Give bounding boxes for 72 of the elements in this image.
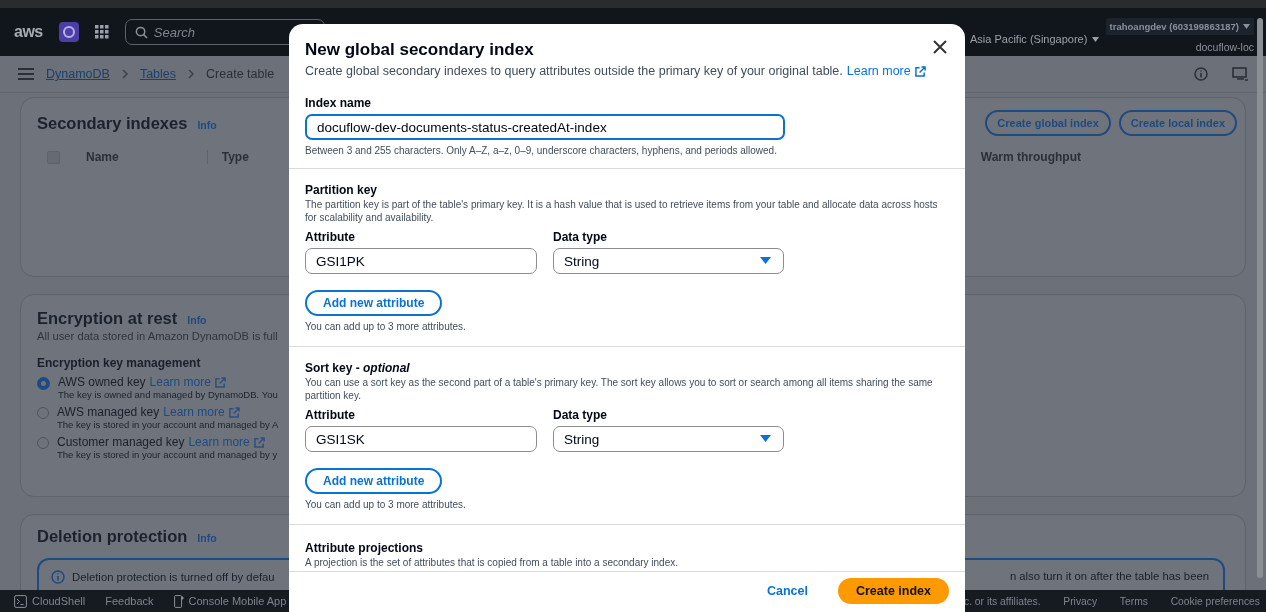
column-header: Type [206, 150, 249, 164]
section-title: Encryption at rest [37, 309, 178, 328]
external-link-icon [228, 406, 240, 418]
column-header: Warm throughput [980, 150, 1081, 164]
alert-text: n also turn it on after the table has been [1009, 570, 1209, 582]
section-title: Attribute projections [305, 541, 423, 555]
section-title: Deletion protection [37, 527, 188, 546]
cancel-button[interactable]: Cancel [760, 583, 814, 599]
breadcrumb: Create table [206, 67, 275, 81]
radio-button[interactable] [37, 377, 50, 390]
footer-link[interactable]: Cookie preferences [1170, 595, 1260, 607]
column-header: Name [86, 150, 119, 164]
field-hint: You can add up to 3 more attributes. [305, 321, 466, 332]
create-index-button[interactable]: Create index [837, 578, 949, 604]
data-type-dropdown[interactable]: String [553, 248, 784, 274]
field-label: Attribute [305, 230, 356, 244]
menu-icon[interactable] [18, 68, 34, 80]
footer-link[interactable]: Terms [1119, 595, 1148, 607]
option-label: AWS owned key [58, 375, 146, 389]
apps-grid-icon[interactable] [94, 25, 109, 39]
dialog-subtitle: Create global secondary indexes to query attributes outside the primary key of your original table. [305, 64, 843, 78]
account-menu[interactable]: trahoangdev (603199863187) [1105, 18, 1254, 35]
add-attribute-button[interactable]: Add new attribute [305, 468, 443, 494]
section-title: Secondary indexes [37, 113, 188, 133]
screen-icon[interactable] [1232, 67, 1248, 81]
learn-more-link[interactable]: Learn more [846, 64, 911, 78]
option-label: Customer managed key [57, 435, 185, 449]
index-name-field[interactable]: docuflow-dev-documents-status-createdAt-index [305, 114, 785, 140]
attribute-field[interactable]: GSI1PK [305, 248, 537, 274]
chevron-right-icon [121, 69, 128, 79]
section-description: You can use a sort key as the second part of a table's primary key. The sort key allows you to sort or search among all items sharing the same partition key. [305, 376, 934, 402]
field-label: Data type [553, 230, 609, 244]
external-link-icon [253, 436, 265, 448]
field-label: Index name [305, 96, 372, 110]
field-label: Encryption key management [37, 356, 201, 370]
section-description: A projection is the set of attributes that is copied from a table into a secondary index. [305, 556, 678, 569]
dropdown-caret-icon [760, 257, 771, 265]
info-icon [51, 570, 65, 584]
attribute-field[interactable]: GSI1SK [305, 426, 537, 452]
account-alias: docuflow-loc [1195, 41, 1254, 53]
option-hint: The key is owned and managed by DynamoDB. You [58, 389, 278, 400]
external-link-icon [914, 65, 926, 77]
scrollbar[interactable] [1257, 18, 1263, 578]
section-title: Partition key [305, 183, 378, 197]
alert-text: Deletion protection is turned off by defau [72, 571, 275, 583]
terminal-icon [14, 594, 27, 608]
cloudshell-link[interactable]: CloudShell [14, 594, 86, 608]
chevron-right-icon [188, 69, 195, 79]
field-hint: You can add up to 3 more attributes. [305, 499, 466, 510]
extension-icon[interactable] [58, 22, 79, 42]
caret-down-icon [1092, 36, 1100, 42]
feedback-link[interactable]: Feedback [105, 594, 154, 608]
mobile-app-link[interactable]: Console Mobile App [173, 594, 287, 608]
dropdown-caret-icon [760, 435, 771, 443]
option-label: AWS managed key [57, 405, 160, 419]
caret-down-icon [1243, 24, 1250, 29]
section-description: The partition key is part of the table's primary key. It is a hash value that is used to retrieve items from your table and allocate data across hosts for scalability and availability. [305, 198, 939, 224]
field-hint: Between 3 and 255 characters. Only A–Z, a–z, 0–9, underscore characters, hyphens, and periods allowed. [305, 145, 777, 156]
phone-icon [173, 594, 184, 608]
data-type-dropdown[interactable]: String [553, 426, 784, 452]
field-label: Attribute [305, 408, 356, 422]
section-title: Sort key - optional [305, 361, 410, 375]
external-link-icon [214, 376, 226, 388]
close-icon[interactable] [933, 40, 947, 54]
add-attribute-button[interactable]: Add new attribute [305, 290, 443, 316]
info-icon[interactable] [1194, 67, 1208, 81]
footer-link[interactable]: Privacy [1063, 595, 1098, 607]
region-selector[interactable]: Asia Pacific (Singapore) [970, 32, 1100, 46]
aws-logo[interactable]: aws [14, 23, 43, 41]
search-icon [134, 26, 148, 39]
field-label: Data type [553, 408, 609, 422]
section-description: All user data stored in Amazon DynamoDB is full [37, 330, 278, 342]
